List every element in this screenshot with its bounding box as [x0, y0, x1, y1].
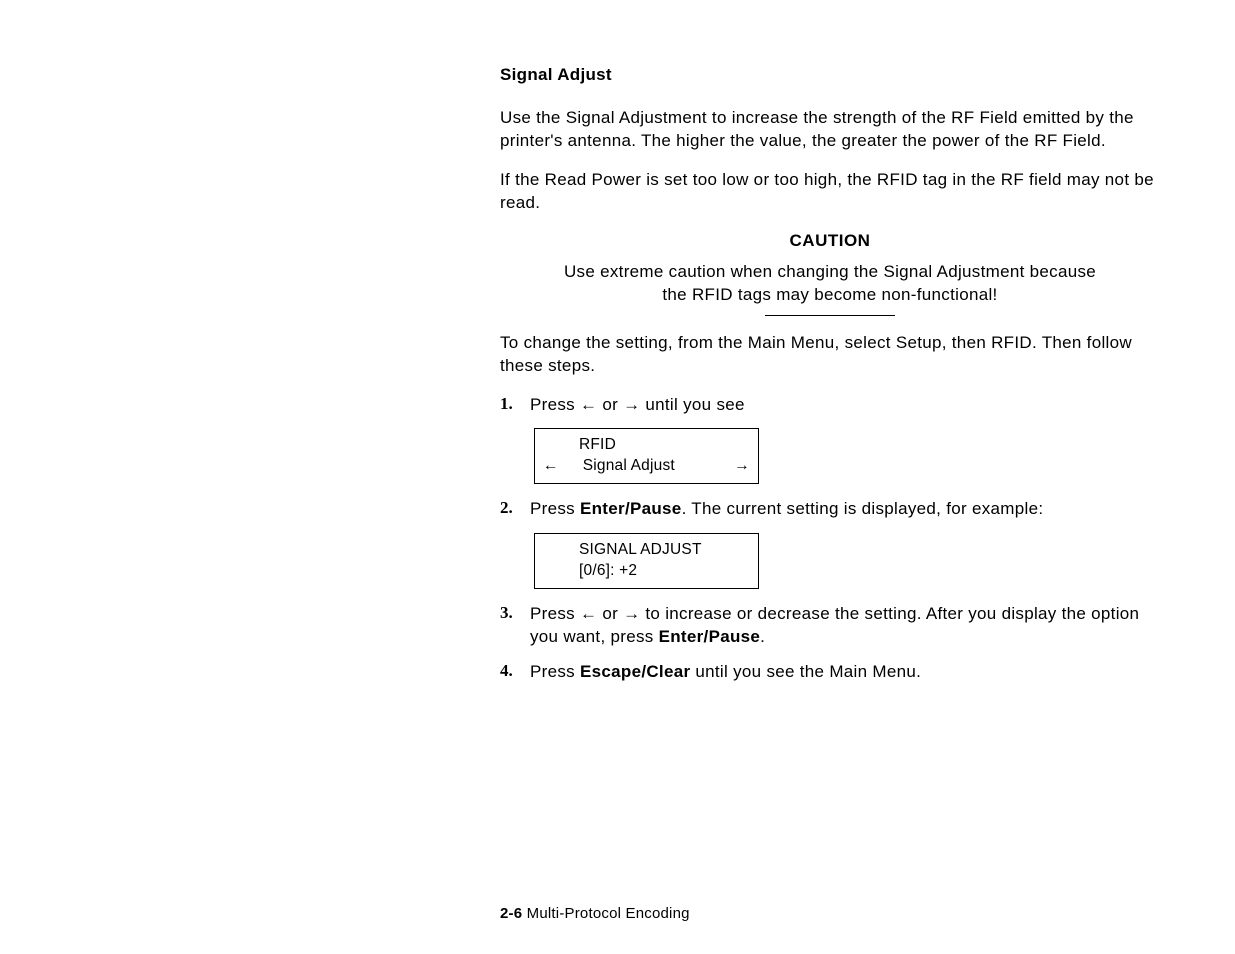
right-arrow-icon: →: [623, 604, 640, 623]
page-footer: 2-6 Multi-Protocol Encoding: [500, 905, 690, 922]
display-center-text: Signal Adjust: [559, 456, 735, 477]
step-number: 2.: [500, 498, 530, 521]
step-2: 2. Press Enter/Pause. The current settin…: [500, 498, 1160, 521]
step-number: 4.: [500, 661, 530, 684]
left-arrow-icon: ←: [543, 456, 559, 477]
bold-key: Enter/Pause: [659, 627, 761, 646]
step-text: Press ← or → to increase or decrease the…: [530, 603, 1160, 649]
text: until you see: [640, 395, 744, 414]
display-line1: SIGNAL ADJUST: [543, 540, 750, 561]
text: Press: [530, 662, 580, 681]
page-number: 2-6: [500, 905, 522, 922]
text: .: [760, 627, 765, 646]
display-line2: [0/6]: +2: [543, 561, 750, 582]
caution-text: Use extreme caution when changing the Si…: [550, 261, 1110, 307]
paragraph-intro2: If the Read Power is set too low or too …: [500, 169, 1160, 215]
lcd-display-1: RFID ← Signal Adjust →: [534, 428, 759, 484]
step-text: Press Escape/Clear until you see the Mai…: [530, 661, 1160, 684]
text: Press: [530, 499, 580, 518]
text: . The current setting is displayed, for …: [682, 499, 1044, 518]
left-arrow-icon: ←: [580, 604, 597, 623]
caution-label: CAUTION: [500, 231, 1160, 251]
text: until you see the Main Menu.: [690, 662, 921, 681]
bold-key: Enter/Pause: [580, 499, 682, 518]
step-number: 1.: [500, 394, 530, 417]
paragraph-intro1: Use the Signal Adjustment to increase th…: [500, 107, 1160, 153]
text: Press: [530, 604, 580, 623]
footer-text: Multi-Protocol Encoding: [522, 905, 689, 922]
text: Press: [530, 395, 580, 414]
lcd-display-2: SIGNAL ADJUST [0/6]: +2: [534, 533, 759, 589]
paragraph-instructions: To change the setting, from the Main Men…: [500, 332, 1160, 378]
step-4: 4. Press Escape/Clear until you see the …: [500, 661, 1160, 684]
step-number: 3.: [500, 603, 530, 649]
display-line2: ← Signal Adjust →: [543, 456, 750, 477]
bold-key: Escape/Clear: [580, 662, 690, 681]
display-line1: RFID: [543, 435, 750, 456]
step-1: 1. Press ← or → until you see: [500, 394, 1160, 417]
left-arrow-icon: ←: [580, 395, 597, 414]
step-text: Press ← or → until you see: [530, 394, 1160, 417]
step-3: 3. Press ← or → to increase or decrease …: [500, 603, 1160, 649]
step-text: Press Enter/Pause. The current setting i…: [530, 498, 1160, 521]
document-page: Signal Adjust Use the Signal Adjustment …: [0, 0, 1235, 684]
right-arrow-icon: →: [623, 395, 640, 414]
caution-divider: [765, 315, 895, 316]
right-arrow-icon: →: [734, 456, 750, 477]
text: or: [597, 604, 623, 623]
text: or: [597, 395, 623, 414]
section-heading: Signal Adjust: [500, 65, 1160, 85]
